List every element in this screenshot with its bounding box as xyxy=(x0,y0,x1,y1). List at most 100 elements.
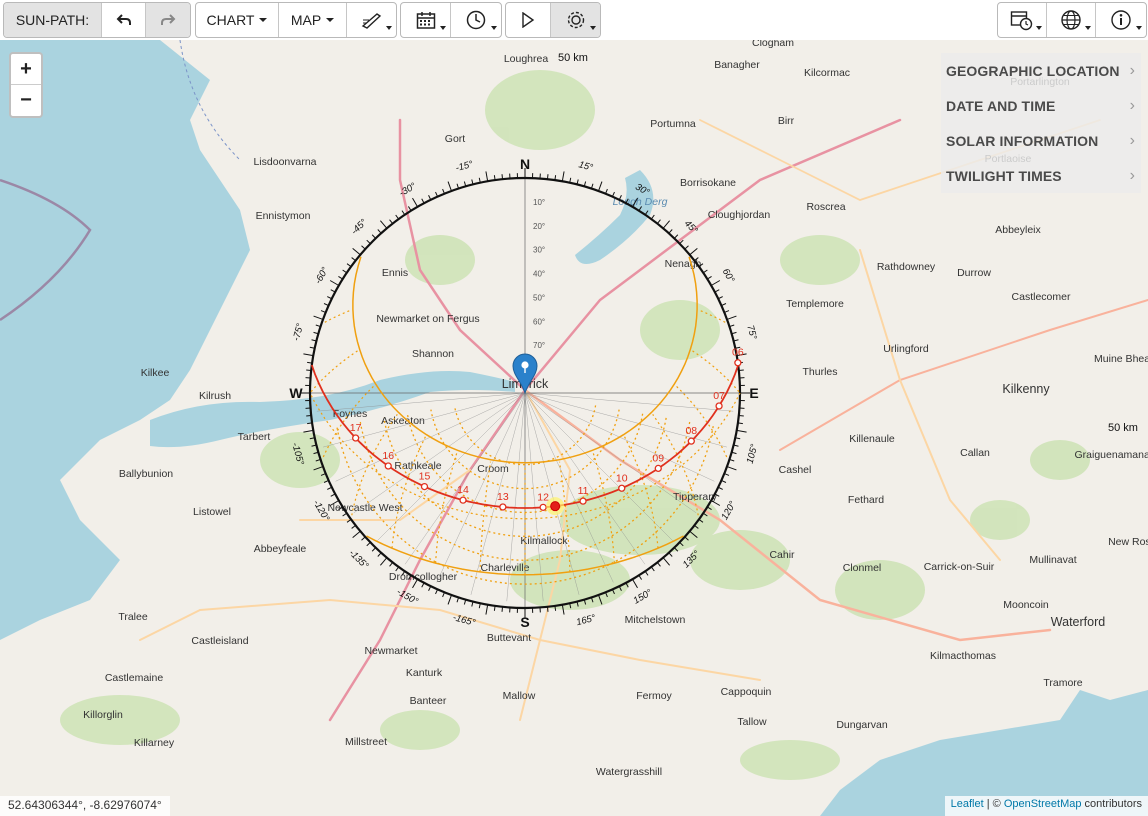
hour-line xyxy=(435,452,458,564)
hour-marker xyxy=(715,402,723,410)
compass-tick xyxy=(702,512,708,517)
chart-dropdown[interactable]: CHART xyxy=(196,3,279,37)
redo-icon xyxy=(161,14,176,25)
compass-tick xyxy=(714,493,720,497)
hour-label: 07 xyxy=(713,390,725,402)
hour-label: 16 xyxy=(382,450,394,462)
cursor-coordinates: 52.64306344°, -8.62976074° xyxy=(0,796,170,816)
globe-button[interactable] xyxy=(1047,3,1096,37)
compass-tick xyxy=(625,198,629,204)
compass-tick xyxy=(736,429,747,433)
compass-tick xyxy=(306,414,312,417)
compass-tick xyxy=(306,369,312,372)
hour-marker xyxy=(459,496,467,504)
compass-tick xyxy=(351,524,356,529)
datetime-settings-button[interactable] xyxy=(998,3,1047,37)
compass-tick xyxy=(303,429,314,433)
compass-tick xyxy=(307,422,313,425)
compass-tick xyxy=(698,518,704,523)
panel-solar-information[interactable]: SOLAR INFORMATION › xyxy=(941,123,1141,158)
zoom-in-button[interactable]: + xyxy=(11,54,41,85)
map-attribution: Leaflet | © OpenStreetMap contributors xyxy=(944,796,1148,816)
undo-button[interactable] xyxy=(102,3,146,37)
cardinal-W: W xyxy=(289,385,303,401)
osm-link[interactable]: OpenStreetMap xyxy=(1004,798,1082,810)
compass-tick xyxy=(313,315,324,320)
azimuth-label: 60° xyxy=(720,267,737,285)
panel-twilight-times[interactable]: TWILIGHT TIMES › xyxy=(941,158,1141,193)
compass-tick xyxy=(493,605,496,611)
compass-tick xyxy=(710,280,721,286)
toolbar: SUN-PATH: CHART MAP xyxy=(0,0,1148,40)
azimuth-label: 15° xyxy=(577,159,594,173)
compass-tick xyxy=(689,530,698,539)
info-panel: GEOGRAPHIC LOCATION › DATE AND TIME › SOLA… xyxy=(941,53,1141,193)
draw-icon xyxy=(361,13,381,29)
compass-tick xyxy=(650,566,655,572)
azimuth-label: 105° xyxy=(745,443,761,465)
chart-label: CHART xyxy=(206,12,255,28)
compass-tick xyxy=(447,181,452,192)
compass-tick xyxy=(598,594,603,605)
hour-marker xyxy=(618,484,626,492)
chart-map-group: CHART MAP xyxy=(195,2,397,38)
compass-tick xyxy=(598,181,603,192)
hour-label: 06 xyxy=(732,347,744,359)
play-button[interactable] xyxy=(506,3,551,37)
compass-tick xyxy=(501,606,504,612)
panel-geographic-location[interactable]: GEOGRAPHIC LOCATION › xyxy=(941,53,1141,88)
scale-top: 50 km xyxy=(558,52,588,64)
hour-marker xyxy=(579,497,587,505)
azimuth-label: 75° xyxy=(744,324,758,341)
compass-tick xyxy=(377,229,382,234)
compass-tick xyxy=(684,245,689,250)
settings-icon xyxy=(567,11,584,29)
compass-tick xyxy=(346,263,352,268)
clock-button[interactable] xyxy=(451,3,501,37)
compass-tick xyxy=(644,570,649,576)
azimuth-grid-line xyxy=(524,392,614,583)
compass-tick xyxy=(684,536,689,541)
chevron-down-icon xyxy=(259,18,268,22)
map-dropdown[interactable]: MAP xyxy=(279,3,347,37)
compass-tick xyxy=(401,570,406,576)
compass-tick xyxy=(707,506,712,511)
leaflet-link[interactable]: Leaflet xyxy=(951,798,984,810)
draw-button[interactable] xyxy=(347,3,396,37)
location-pin-icon[interactable] xyxy=(512,353,538,395)
compass-tick xyxy=(662,557,671,566)
compass-tick xyxy=(638,575,643,580)
azimuth-label: -120° xyxy=(311,498,332,523)
compass-tick xyxy=(493,175,496,181)
compass-tick xyxy=(501,174,504,180)
compass-tick xyxy=(698,263,704,268)
cardinal-S: S xyxy=(520,614,529,630)
compass-tick xyxy=(389,219,394,224)
azimuth-label: -150° xyxy=(395,586,420,607)
azimuth-label: -15° xyxy=(454,159,474,174)
azimuth-label: -75° xyxy=(291,322,306,342)
compass-tick xyxy=(330,493,336,497)
compass-tick xyxy=(351,257,356,262)
hour-label: 14 xyxy=(457,484,469,496)
right-tools-group xyxy=(997,2,1147,38)
zoom-out-button[interactable]: − xyxy=(11,85,41,115)
hour-marker xyxy=(687,437,695,445)
azimuth-grid-line xyxy=(524,392,734,412)
hour-label: 12 xyxy=(537,491,549,503)
settings-button[interactable] xyxy=(551,3,600,37)
hour-line xyxy=(699,309,726,323)
azimuth-grid-line xyxy=(524,392,580,595)
map-label: MAP xyxy=(290,12,322,28)
redo-button[interactable] xyxy=(146,3,190,37)
panel-date-and-time[interactable]: DATE AND TIME › xyxy=(941,88,1141,123)
compass-tick xyxy=(330,289,336,293)
compass-tick xyxy=(679,541,684,547)
azimuth-grid-line xyxy=(506,392,526,602)
compass-tick xyxy=(650,214,655,220)
hour-label: 10 xyxy=(616,472,628,484)
compass-tick xyxy=(668,229,673,234)
info-button[interactable] xyxy=(1096,3,1146,37)
compass-tick xyxy=(342,269,348,274)
calendar-button[interactable] xyxy=(401,3,451,37)
